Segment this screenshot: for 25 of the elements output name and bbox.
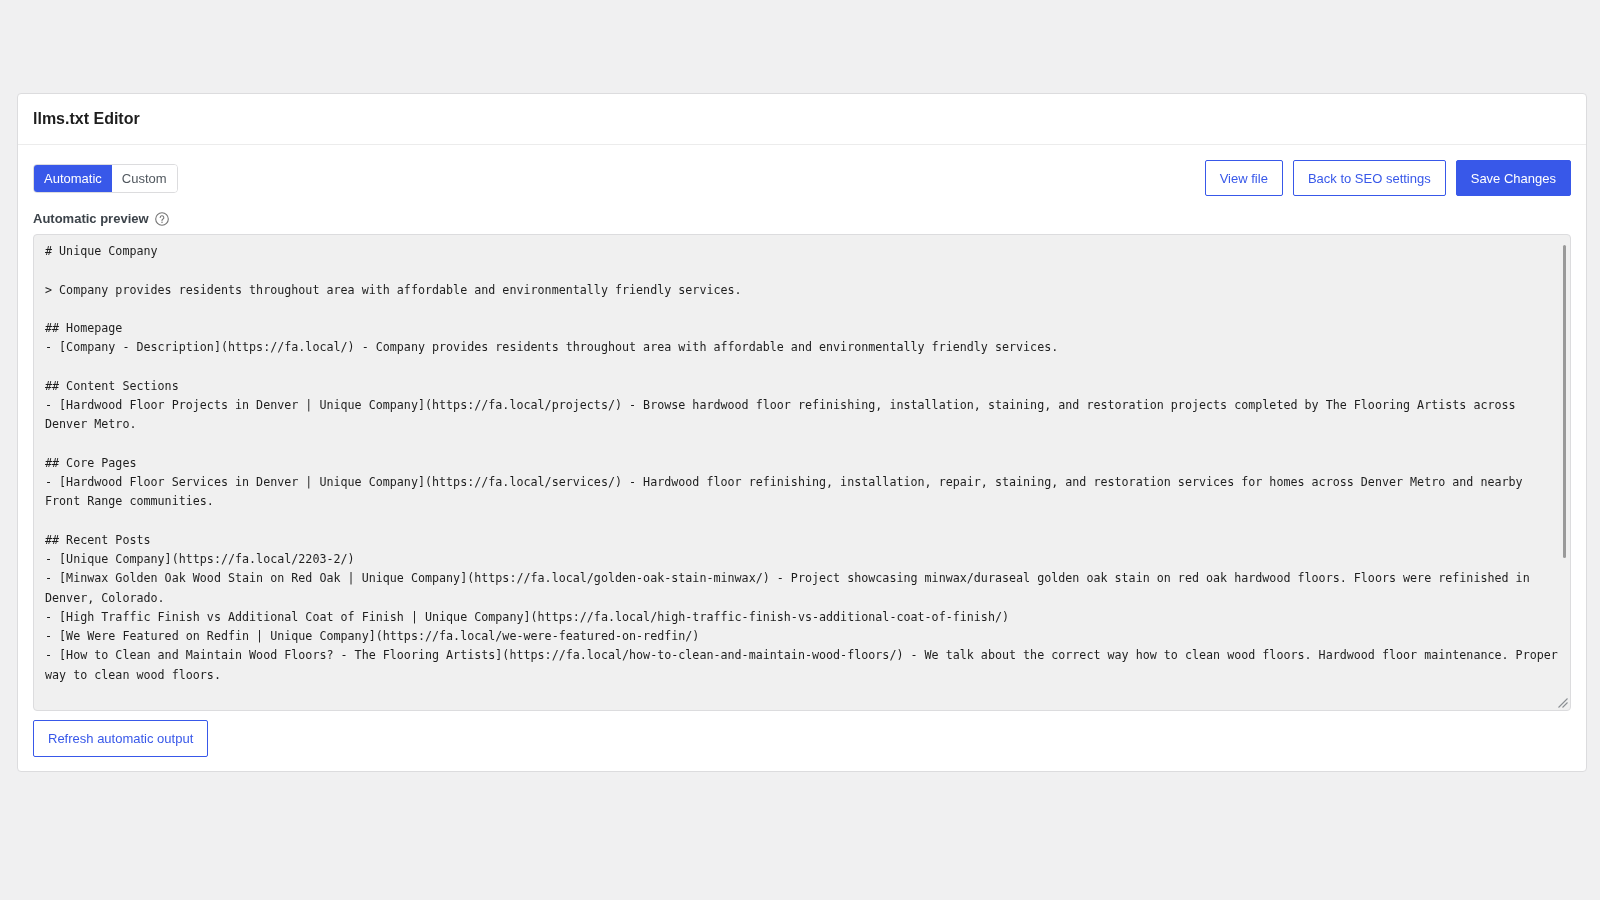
preview-line: - [Company - Description](https://fa.local/) - Company provides residents throughout area with affordable and environmentally friendly services. <box>45 339 1060 357</box>
preview-line: - [Hardwood Floor Services in Denver | Unique Company](https://fa.local/services/) - Hardwood floor refinishing, installation, repair, staining, and restoration services for homes across Denver Metro and nearby Front Range communities. <box>45 474 1524 511</box>
preview-line: - [Minwax Golden Oak Wood Stain on Red Oak | Unique Company](https://fa.local/golden-oak-stain-minwax/) - Project showcasing minwax/duraseal golden oak stain on red oak hardwood floors. Floors were refinished in Denver, Colorado. <box>45 570 1531 607</box>
outline-button[interactable]: Back to SEO settings <box>1292 160 1446 196</box>
preview-line: ## Core Pages <box>45 454 138 472</box>
preview-label: Automatic preview <box>33 210 149 228</box>
preview-line: - [Hardwood Floor Projects in Denver | Unique Company](https://fa.local/projects/) - Browse hardwood floor refinishing, installation, staining, and restoration projects completed by The Flooring Artists across Denver Metro. <box>45 397 1517 434</box>
preview-line: - [High Traffic Finish vs Additional Coat of Finish | Unique Company](https://fa.local/high-traffic-finish-vs-additional-coat-of-finish/) <box>45 608 1010 626</box>
preview-line: ## Content Sections <box>45 377 180 395</box>
preview-line: - [We Were Featured on Redfin | Unique Company](https://fa.local/we-were-featured-on-redfin/) <box>45 628 701 645</box>
preview-line: - [Unique Company](https://fa.local/2203-2/) <box>45 551 356 568</box>
preview-line: - [How to Clean and Maintain Wood Floors? - The Flooring Artists](https://fa.local/how-to-clean-and-maintain-wood-floors/) - We talk about the correct way how to clean wood floors. Hardwood floor maintenance. Proper way to clean wood floors. <box>45 647 1559 684</box>
preview-line: > Company provides residents throughout area with affordable and environmentally friendly services. <box>45 281 743 299</box>
outline-button[interactable]: View file <box>1204 160 1283 196</box>
refresh-button[interactable]: Refresh automatic output <box>33 720 209 757</box>
primary-button[interactable]: Save Changes <box>1455 160 1571 196</box>
preview-line: ## Recent Posts <box>45 531 152 549</box>
preview-textarea[interactable] <box>33 234 1571 711</box>
resize-handle-icon[interactable] <box>1558 698 1568 708</box>
help-icon[interactable] <box>154 212 169 226</box>
scrollbar-thumb[interactable] <box>1563 245 1566 558</box>
preview-line: ## Homepage <box>45 320 124 337</box>
preview-line: # Unique Company <box>45 243 159 260</box>
panel-title: llms.txt Editor <box>33 110 140 128</box>
mode-tab[interactable]: Automatic <box>34 164 112 192</box>
